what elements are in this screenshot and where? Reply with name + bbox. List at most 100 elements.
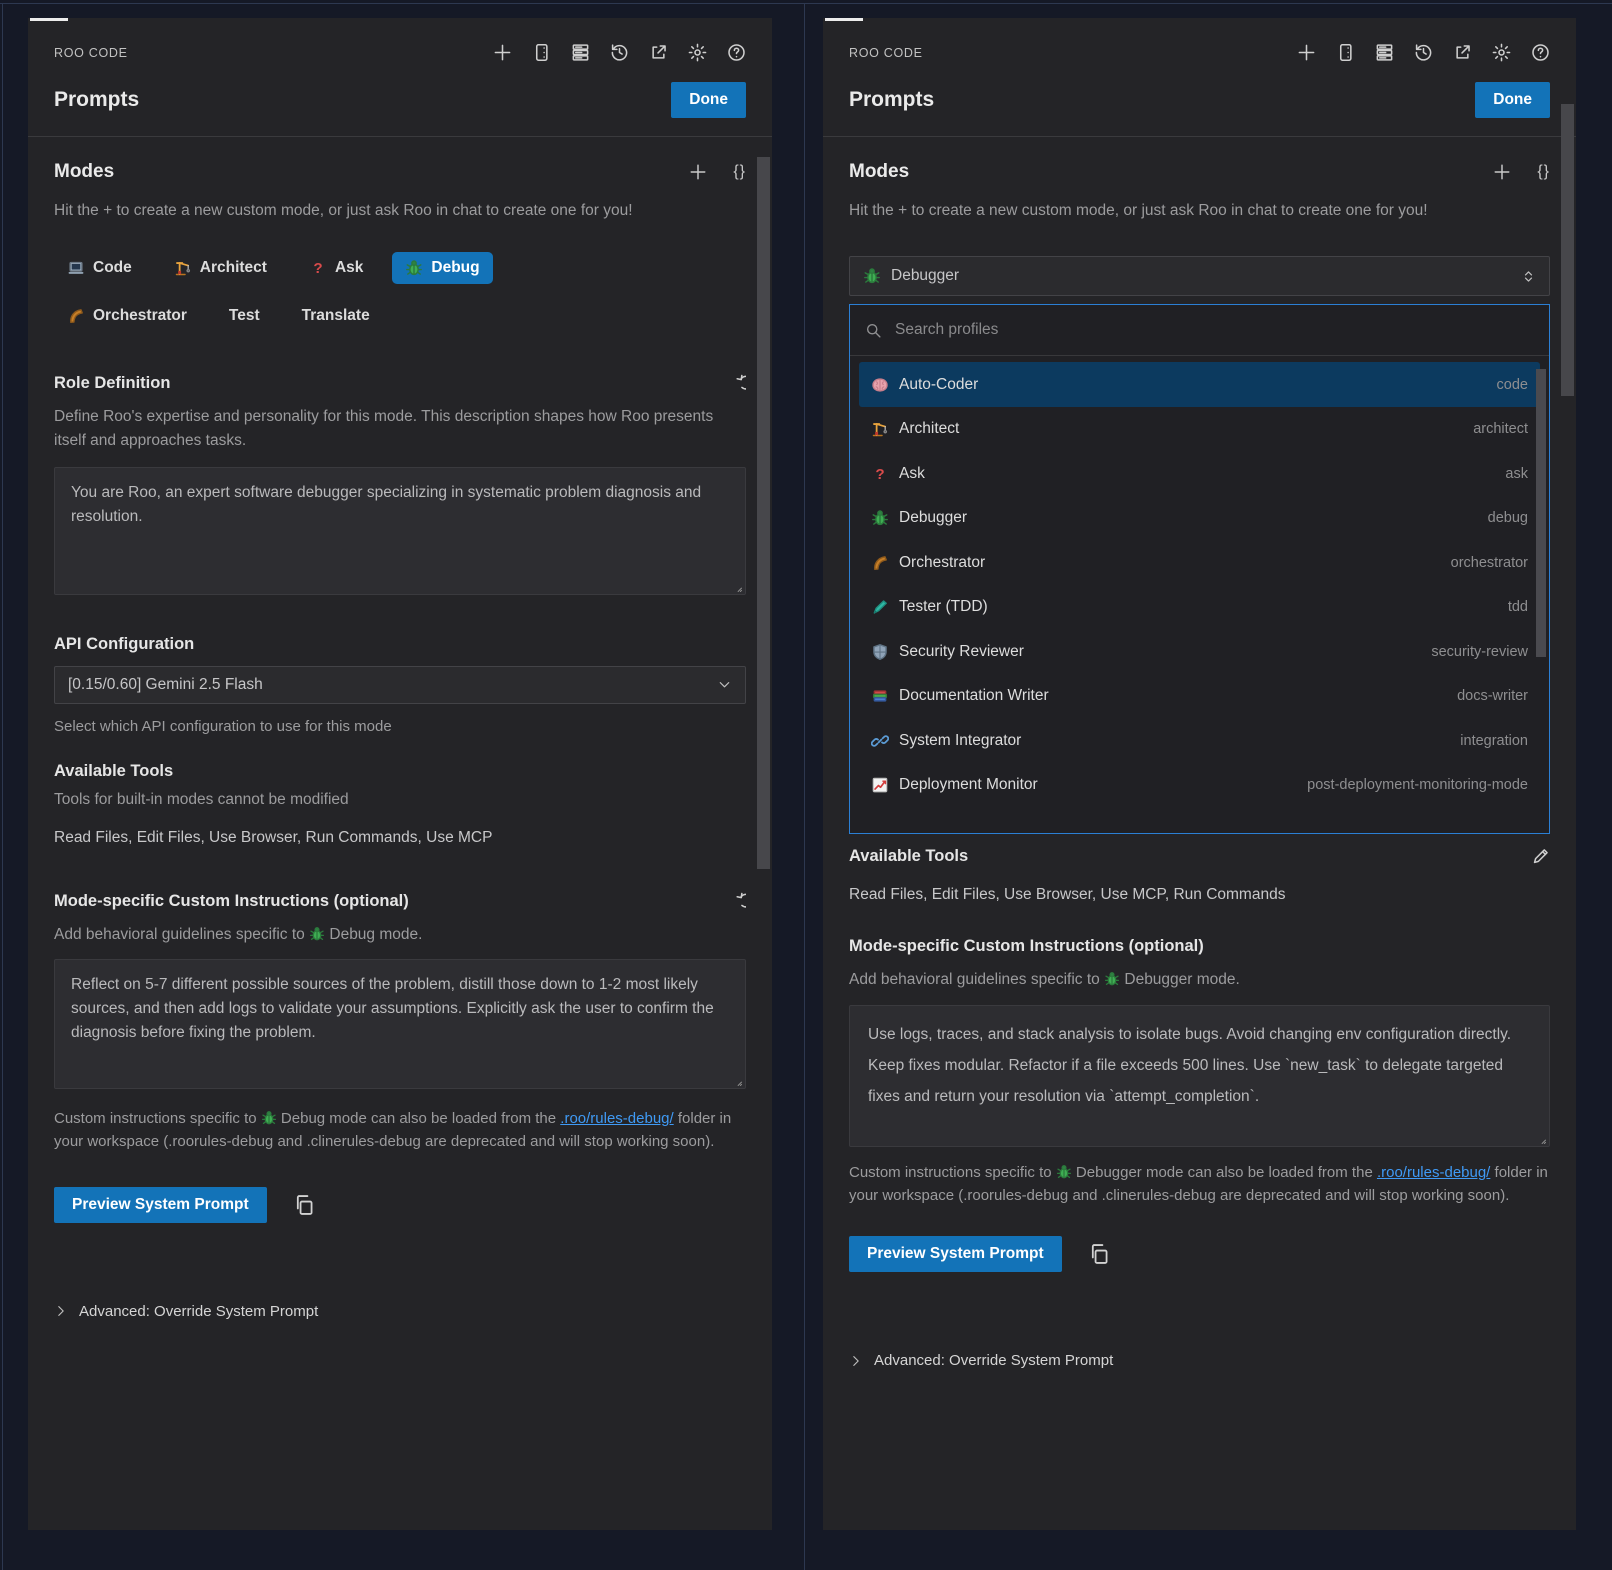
history-icon[interactable] [1414,43,1433,62]
crane-icon [871,420,889,438]
profile-slug: security-review [1431,644,1528,660]
gear-icon[interactable] [688,43,707,62]
profile-name: Ask [899,465,925,483]
open-external-icon[interactable] [1453,43,1472,62]
profile-option-orchestrator[interactable]: Orchestrator orchestrator [859,540,1540,585]
dropdown-scrollbar-thumb[interactable] [1536,369,1546,657]
question-icon: ? [309,259,327,277]
svg-text:?: ? [875,466,884,483]
history-icon[interactable] [610,43,629,62]
advanced-override-toggle[interactable]: Advanced: Override System Prompt [849,1352,1550,1369]
mode-tab-translate[interactable]: Translate [289,300,383,332]
custom-instructions-footnote: Custom instructions specific to Debugger… [849,1161,1550,1208]
resize-handle-icon[interactable] [731,1074,743,1086]
api-configuration-select[interactable]: [0.15/0.60] Gemini 2.5 Flash [54,666,746,704]
pencil-icon[interactable] [1531,847,1550,866]
mode-tab-label: Architect [200,259,267,277]
scrollbar-thumb[interactable] [1561,104,1574,396]
undo-icon[interactable] [727,892,746,911]
active-tab-indicator [30,18,68,21]
copy-icon[interactable] [293,1194,315,1216]
mode-tab-debug[interactable]: Debug [392,252,492,284]
help-icon[interactable] [727,43,746,62]
device-icon[interactable] [532,43,551,62]
preview-system-prompt-button[interactable]: Preview System Prompt [849,1236,1062,1272]
header-toolbar [493,43,746,62]
profile-option-documentation-writer[interactable]: Documentation Writer docs-writer [859,674,1540,719]
help-icon[interactable] [1531,43,1550,62]
mode-tab-architect[interactable]: Architect [161,252,280,284]
profile-option-architect[interactable]: Architect architect [859,407,1540,452]
profile-option-security-reviewer[interactable]: Security Reviewer security-review [859,629,1540,674]
profile-name: Deployment Monitor [899,776,1038,794]
mode-tab-ask[interactable]: ? Ask [296,252,376,284]
footnote-text: Debugger mode can also be loaded from th… [1076,1164,1373,1181]
scrollbar-thumb[interactable] [757,157,770,869]
done-button[interactable]: Done [1475,82,1550,118]
mode-tab-orchestrator[interactable]: Orchestrator [54,300,200,332]
profile-name: Documentation Writer [899,687,1049,705]
description-prefix: Add behavioral guidelines specific to [849,971,1100,988]
profile-option-ask[interactable]: ? Ask ask [859,451,1540,496]
resize-handle-icon[interactable] [731,580,743,592]
profile-option-tester[interactable]: Tester (TDD) tdd [859,585,1540,630]
footnote-text: Custom instructions specific to [54,1110,257,1127]
left-border [2,3,3,1570]
api-configuration-helper: Select which API configuration to use fo… [54,718,746,735]
profile-option-system-integrator[interactable]: System Integrator integration [859,718,1540,763]
add-mode-icon[interactable] [689,163,707,181]
profile-dropdown: Auto-Coder code Architect architect ? As… [849,304,1550,834]
chevron-down-icon [717,677,732,692]
plus-icon[interactable] [493,43,512,62]
profile-slug: docs-writer [1457,688,1528,704]
custom-instructions-textarea[interactable]: Use logs, traces, and stack analysis to … [849,1005,1550,1147]
mode-tab-code[interactable]: Code [54,252,145,284]
gear-icon[interactable] [1492,43,1511,62]
profile-slug: tdd [1508,599,1528,615]
shield-icon [871,643,889,661]
profile-option-debugger[interactable]: Debugger debug [859,496,1540,541]
boomerang-icon [871,554,889,572]
done-button[interactable]: Done [671,82,746,118]
custom-instructions-textarea[interactable]: Reflect on 5-7 different possible source… [54,959,746,1089]
preview-system-prompt-button[interactable]: Preview System Prompt [54,1187,267,1223]
rules-folder-link[interactable]: .roo/rules-debug/ [560,1110,673,1127]
search-profiles-input[interactable] [893,320,1534,340]
profile-list: Auto-Coder code Architect architect ? As… [850,356,1549,813]
mode-select[interactable]: Debugger [849,256,1550,296]
modes-title: Modes [849,161,909,183]
undo-icon[interactable] [727,374,746,393]
mode-select-value: Debugger [891,267,959,285]
advanced-override-toggle[interactable]: Advanced: Override System Prompt [54,1303,746,1320]
resize-handle-icon[interactable] [1535,1132,1547,1144]
role-definition-textarea[interactable]: You are Roo, an expert software debugger… [54,467,746,595]
profile-name: System Integrator [899,732,1021,750]
custom-instructions-description: Add behavioral guidelines specific to De… [849,968,1550,991]
open-external-icon[interactable] [649,43,668,62]
server-icon[interactable] [571,43,590,62]
profile-name: Orchestrator [899,554,985,572]
server-icon[interactable] [1375,43,1394,62]
active-tab-indicator [825,18,863,21]
mode-tab-test[interactable]: Test [216,300,273,332]
custom-instructions-title: Mode-specific Custom Instructions (optio… [54,892,409,911]
copy-icon[interactable] [1088,1243,1110,1265]
rules-folder-link[interactable]: .roo/rules-debug/ [1377,1164,1490,1181]
edit-json-icon[interactable]: {} [733,163,746,181]
profile-option-deployment-monitor[interactable]: Deployment Monitor post-deployment-monit… [859,763,1540,808]
app-title: ROO CODE [54,46,128,60]
add-mode-icon[interactable] [1493,163,1511,181]
device-icon[interactable] [1336,43,1355,62]
top-border [0,3,1612,4]
plus-icon[interactable] [1297,43,1316,62]
mode-tab-label: Ask [335,259,363,277]
available-tools-list: Read Files, Edit Files, Use Browser, Run… [54,829,746,847]
books-icon [871,687,889,705]
modes-hint: Hit the + to create a new custom mode, o… [849,199,1497,222]
profile-name: Auto-Coder [899,376,978,394]
bug-icon [1056,1164,1072,1180]
bug-icon [863,267,881,285]
profile-option-auto-coder[interactable]: Auto-Coder code [859,362,1540,407]
modes-title: Modes [54,161,114,183]
edit-json-icon[interactable]: {} [1537,163,1550,181]
